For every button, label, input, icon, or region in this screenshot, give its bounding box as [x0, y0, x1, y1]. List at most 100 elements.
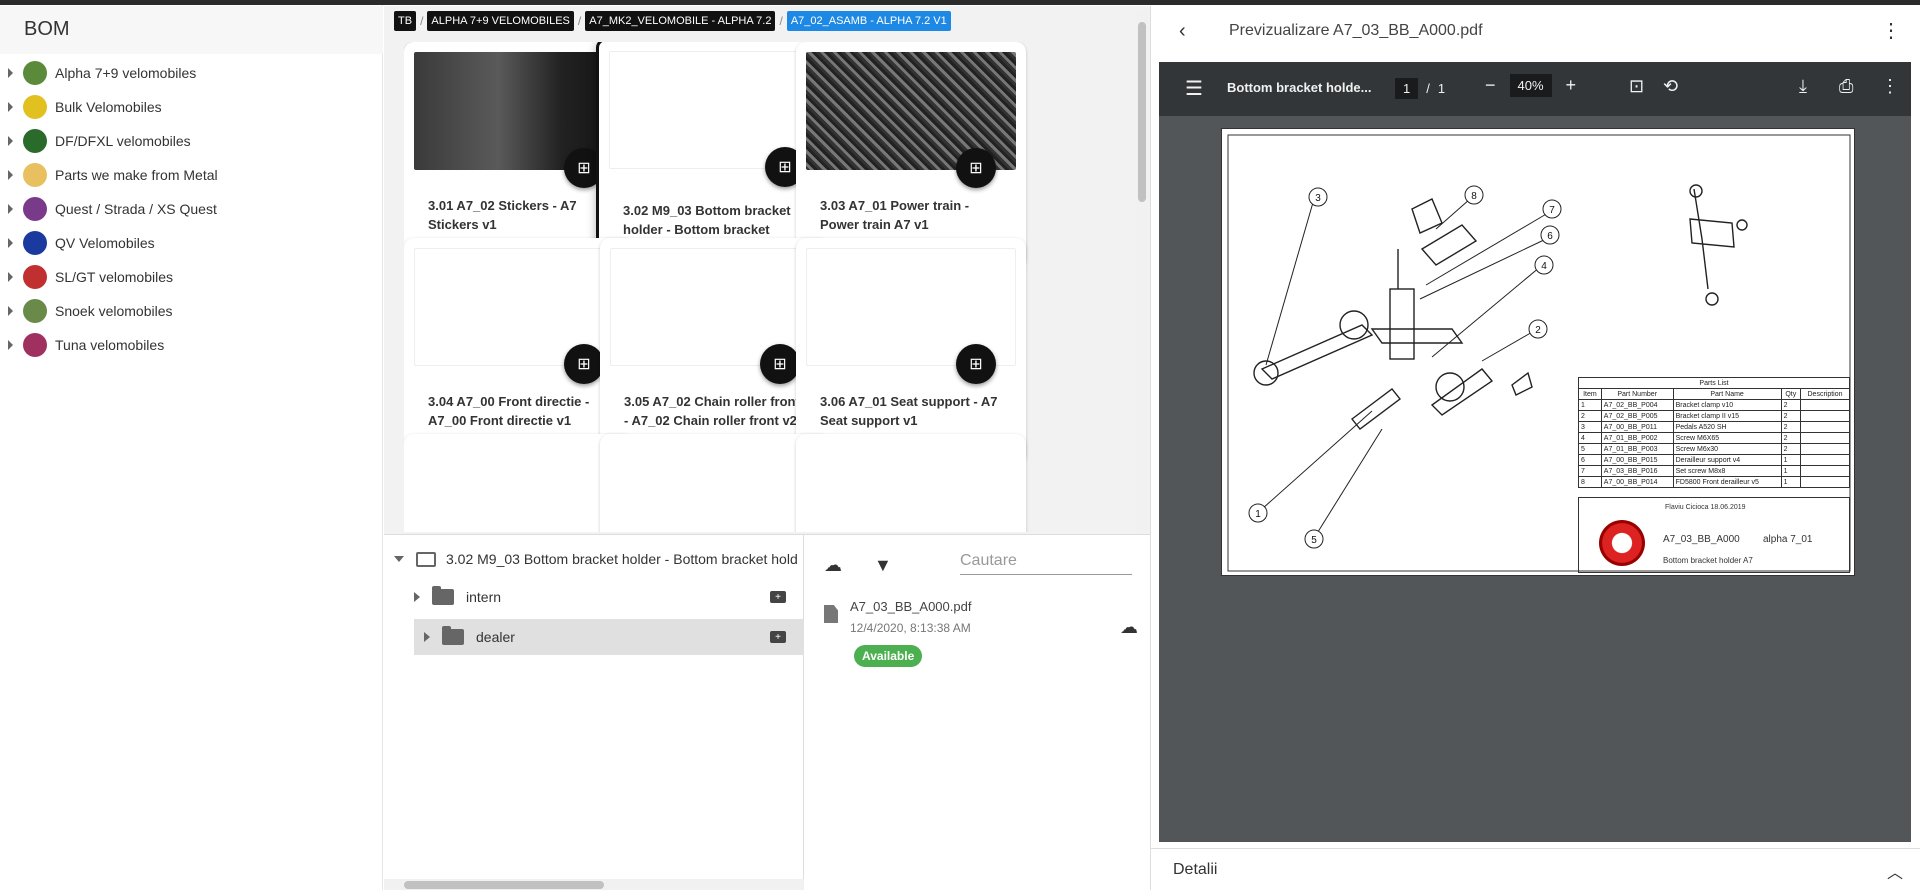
more-vert-icon[interactable]: ⋮ [1881, 18, 1901, 43]
parts-list-table: Parts List Item Part Number Part Name Qty De… [1578, 377, 1850, 488]
structure-icon[interactable]: ⊞ [956, 344, 996, 384]
add-folder-icon[interactable]: + [770, 631, 786, 643]
cloud-upload-icon[interactable]: ☁ [1120, 617, 1138, 638]
parts-row: 7 A7_03_BB_P016 Set screw M8x8 1 [1578, 465, 1850, 477]
parts-row: 1 A7_02_BB_P004 Bracket clamp v10 2 [1578, 399, 1850, 411]
parts-cell: 1 [1780, 476, 1802, 488]
parts-cell: 2 [1780, 443, 1802, 455]
callout-label: 3 [1315, 193, 1321, 204]
chevron-right-icon[interactable] [8, 238, 13, 248]
sidebar-item[interactable]: Parts we make from Metal [0, 158, 383, 192]
chevron-right-icon[interactable] [8, 136, 13, 146]
breadcrumb-item[interactable]: ALPHA 7+9 VELOMOBILES [427, 11, 574, 31]
page-input[interactable]: 1 [1395, 78, 1419, 99]
pdf-viewer: ☰ Bottom bracket holde... 1 / 1 − 40% + … [1159, 62, 1911, 842]
details-section[interactable]: Detalii ︿ [1151, 848, 1920, 890]
parts-cell: Derailleur support v4 [1672, 454, 1782, 466]
drawing-author: Flaviu Cicioca 18.06.2019 [1665, 504, 1746, 511]
tree-root-label: 3.02 M9_03 Bottom bracket holder - Botto… [446, 551, 798, 567]
zoom-input[interactable]: 40% [1509, 74, 1552, 97]
parts-cell: A7_02_BB_P005 [1600, 410, 1674, 422]
folder-icon [442, 626, 464, 645]
callout-label: 8 [1471, 191, 1477, 202]
sidebar-item[interactable]: Tuna velomobiles [0, 328, 383, 362]
callout-label: 7 [1549, 205, 1555, 216]
item-card[interactable]: ⊞ 3.06 A7_01 Seat support - A7 Seat suppo… [796, 238, 1026, 464]
parts-cell: 2 [1578, 410, 1602, 422]
file-date: 12/4/2020, 8:13:38 AM [850, 621, 971, 635]
tree-item-dealer[interactable]: dealer + [414, 619, 804, 655]
scroll-thumb[interactable] [1138, 22, 1146, 202]
structure-icon[interactable]: ⊞ [956, 148, 996, 188]
zoom-out-icon[interactable]: − [1485, 75, 1496, 96]
sidebar-item[interactable]: DF/DFXL velomobiles [0, 124, 383, 158]
more-vert-icon[interactable]: ⋮ [1881, 76, 1899, 97]
folder-tree: 3.02 M9_03 Bottom bracket holder - Botto… [384, 535, 804, 890]
sidebar-item[interactable]: Alpha 7+9 velomobiles [0, 56, 383, 90]
parts-cell [1800, 465, 1850, 477]
search-input[interactable] [960, 547, 1132, 575]
chevron-right-icon[interactable] [414, 592, 420, 602]
sidebar-item-label: Parts we make from Metal [55, 167, 218, 183]
parts-header-cell: Description [1800, 388, 1850, 400]
title-block: Flaviu Cicioca 18.06.2019 A7_03_BB_A000 … [1578, 497, 1850, 573]
chevron-right-icon[interactable] [8, 306, 13, 316]
parts-cell: 7 [1578, 465, 1602, 477]
preview-panel: ‹ Previzualizare A7_03_BB_A000.pdf ⋮ ☰ B… [1150, 6, 1920, 890]
download-icon[interactable]: ⤓ [1799, 76, 1807, 97]
structure-icon[interactable]: ⊞ [760, 344, 800, 384]
parts-cell: 2 [1780, 432, 1802, 444]
sidebar-item[interactable]: Quest / Strada / XS Quest [0, 192, 383, 226]
tree-item-intern[interactable]: intern + [414, 579, 804, 615]
grid-scrollbar[interactable] [1136, 10, 1148, 530]
card-label: 3.05 A7_02 Chain roller front - A7_02 Ch… [624, 394, 800, 428]
scroll-thumb[interactable] [404, 881, 604, 889]
print-icon[interactable]: ⎙ [1839, 76, 1853, 97]
cloud-upload-icon[interactable]: ☁ [824, 555, 842, 576]
sidebar-item-label: Tuna velomobiles [55, 337, 165, 353]
chevron-right-icon[interactable] [8, 102, 13, 112]
parts-cell: Bracket clamp II v15 [1672, 410, 1782, 422]
parts-cell: 2 [1780, 410, 1802, 422]
chevron-right-icon[interactable] [424, 632, 430, 642]
filter-icon[interactable]: ▼ [874, 555, 892, 576]
sidebar-item-label: Quest / Strada / XS Quest [55, 201, 217, 217]
zoom-in-icon[interactable]: + [1566, 75, 1577, 96]
breadcrumb-item[interactable]: TB [394, 11, 417, 31]
back-arrow-icon[interactable]: ‹ [1179, 20, 1186, 43]
sidebar-item[interactable]: QV Velomobiles [0, 226, 383, 260]
parts-cell: Set screw M8x8 [1672, 465, 1782, 477]
category-thumbnail [23, 333, 47, 357]
chevron-right-icon[interactable] [8, 204, 13, 214]
item-card[interactable] [796, 434, 1026, 532]
category-thumbnail [23, 129, 47, 153]
file-name[interactable]: A7_03_BB_A000.pdf [850, 599, 971, 614]
parts-cell: 1 [1578, 399, 1602, 411]
sidebar-item[interactable]: Bulk Velomobiles [0, 90, 383, 124]
tree-root[interactable]: 3.02 M9_03 Bottom bracket holder - Botto… [394, 541, 804, 577]
add-folder-icon[interactable]: + [770, 591, 786, 603]
rotate-icon[interactable]: ⟲ [1663, 76, 1678, 97]
callout-label: 5 [1311, 535, 1317, 546]
sidebar-tree: Alpha 7+9 velomobiles Bulk Velomobiles DF/… [0, 56, 383, 362]
chevron-up-icon[interactable]: ︿ [1887, 859, 1903, 883]
category-thumbnail [23, 61, 47, 85]
file-icon [824, 605, 838, 623]
breadcrumb-item[interactable]: A7_MK2_VELOMOBILE - ALPHA 7.2 [585, 11, 776, 31]
fit-page-icon[interactable]: ⊡ [1629, 76, 1644, 97]
chevron-right-icon[interactable] [8, 272, 13, 282]
breadcrumb-item[interactable]: A7_02_ASAMB - ALPHA 7.2 V1 [786, 11, 951, 31]
chevron-right-icon[interactable] [8, 68, 13, 78]
sidebar-item-label: Bulk Velomobiles [55, 99, 162, 115]
parts-cell: A7_00_BB_P011 [1600, 421, 1674, 433]
sidebar-item[interactable]: Snoek velomobiles [0, 294, 383, 328]
chevron-down-icon[interactable] [394, 556, 404, 562]
sidebar-item[interactable]: SL/GT velomobiles [0, 260, 383, 294]
structure-icon[interactable]: ⊞ [564, 344, 604, 384]
item-card[interactable]: ⊞ 3.03 A7_01 Power train - Power train A7… [796, 42, 1026, 268]
category-thumbnail [23, 95, 47, 119]
chevron-right-icon[interactable] [8, 340, 13, 350]
menu-icon[interactable]: ☰ [1185, 76, 1203, 101]
tree-hscrollbar[interactable] [384, 879, 804, 890]
chevron-right-icon[interactable] [8, 170, 13, 180]
